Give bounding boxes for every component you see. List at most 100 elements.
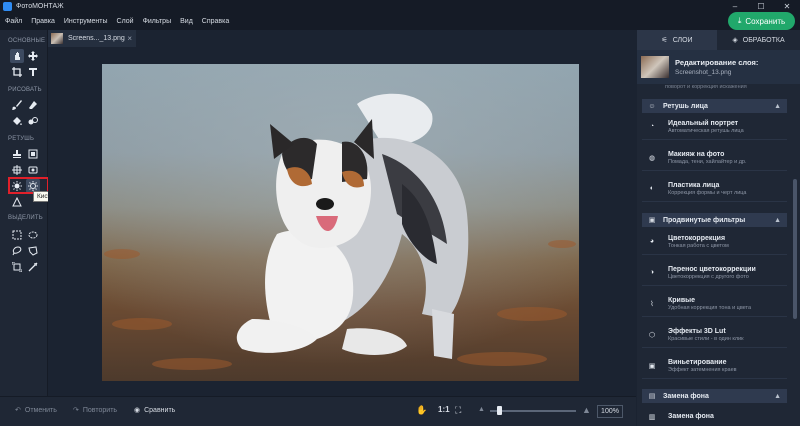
redo-button[interactable]: ↷ Повторить xyxy=(73,406,118,415)
filters-icon: ▣ xyxy=(648,217,656,224)
hand-pan-icon[interactable]: ✋ xyxy=(416,405,427,416)
undo-button[interactable]: ↶ Отменить xyxy=(15,406,57,415)
item-title: Пластика лица xyxy=(668,181,720,189)
item-title: Макияж на фото xyxy=(668,150,725,158)
layer-file-name: Screenshot_13.png xyxy=(675,69,732,76)
item-title: Идеальный портрет xyxy=(668,119,739,127)
layers-icon: ◈ xyxy=(732,37,738,44)
item-title: Цветокоррекция xyxy=(668,234,726,242)
cube-icon: ⬡ xyxy=(648,331,656,339)
menu-layer[interactable]: Слой xyxy=(117,18,134,25)
sharpen-tool-icon[interactable] xyxy=(10,195,24,209)
fill-tool-icon[interactable] xyxy=(10,114,24,128)
vignette-icon: ▣ xyxy=(648,362,656,370)
zoom-slider-handle[interactable] xyxy=(497,406,502,415)
section-face-retouch[interactable]: ☺ Ретушь лица ▲ xyxy=(642,99,787,113)
eraser-tool-icon[interactable] xyxy=(26,98,40,112)
section-draw-title: РИСОВАТЬ xyxy=(8,87,42,93)
hand-tool-icon[interactable] xyxy=(10,49,24,63)
curves-icon: ⌇ xyxy=(650,300,654,308)
list-item[interactable]: ◍ Макияж на фото Помада, тени, хайлайтер… xyxy=(642,145,787,171)
palette-icon: ◕ xyxy=(649,238,655,245)
item-title: Виньетирование xyxy=(668,358,727,366)
tab-layers-label: СЛОИ xyxy=(672,36,693,44)
title-bar: ФотоМОНТАЖ – ☐ ✕ xyxy=(0,0,800,13)
section-title: Замена фона xyxy=(663,392,709,400)
lasso-select-icon[interactable] xyxy=(10,244,24,258)
magic-wand-icon[interactable] xyxy=(26,260,40,274)
red-eye-tool-icon[interactable] xyxy=(26,163,40,177)
stamp-tool-icon[interactable] xyxy=(10,147,24,161)
tab-layers[interactable]: ⚟ СЛОИ xyxy=(637,30,717,50)
section-basic-title: ОСНОВНЫЕ xyxy=(8,38,46,44)
chevron-up-icon: ▲ xyxy=(774,102,781,110)
tab-processing[interactable]: ◈ ОБРАБОТКА xyxy=(717,30,800,50)
photo-canvas[interactable] xyxy=(102,64,579,381)
rect-select-icon[interactable] xyxy=(10,228,24,242)
canvas-area[interactable] xyxy=(48,47,636,396)
polygon-lasso-icon[interactable] xyxy=(26,244,40,258)
section-retouch-title: РЕТУШЬ xyxy=(8,136,35,142)
portrait-icon: ◔ xyxy=(649,123,655,130)
section-title: Ретушь лица xyxy=(663,102,708,110)
zoom-in-icon[interactable]: ▲ xyxy=(582,405,591,415)
menu-filters[interactable]: Фильтры xyxy=(143,18,172,25)
redo-icon: ↷ xyxy=(73,407,79,414)
layer-thumbnail xyxy=(641,56,669,78)
blur-tool-icon[interactable] xyxy=(26,114,40,128)
section-advanced-filters[interactable]: ▣ Продвинутые фильтры ▲ xyxy=(642,213,787,227)
bottom-bar: ↶ Отменить ↷ Повторить ◉ Сравнить ✋ 1:1 … xyxy=(0,396,636,426)
tab-processing-label: ОБРАБОТКА xyxy=(742,36,785,44)
redo-label: Повторить xyxy=(82,406,118,414)
list-item[interactable]: ◐ Пластика лица Коррекция формы и черт л… xyxy=(642,176,787,202)
panel-scrollbar[interactable] xyxy=(793,84,797,426)
item-subtitle: Автоматическая ретушь лица xyxy=(668,127,744,134)
fit-screen-icon[interactable]: ⛶ xyxy=(455,405,461,416)
transform-select-icon[interactable] xyxy=(10,260,24,274)
save-label: Сохранить xyxy=(745,16,786,26)
document-tab[interactable]: Screens..._13.png × xyxy=(48,30,136,47)
compare-button[interactable]: ◉ Сравнить xyxy=(134,406,175,415)
save-button[interactable]: ⤓ Сохранить xyxy=(728,12,795,30)
list-item[interactable]: ◑ Перенос цветокоррекции Цветокоррекция … xyxy=(642,260,787,286)
menu-file[interactable]: Файл xyxy=(5,18,22,25)
menu-help[interactable]: Справка xyxy=(202,18,229,25)
chevron-up-icon: ▲ xyxy=(774,392,781,400)
item-subtitle: Красивые стили - в один клик xyxy=(668,335,744,342)
actual-size-button[interactable]: 1:1 xyxy=(438,405,450,414)
chevron-up-icon: ▲ xyxy=(774,216,781,224)
sliders-icon: ⚟ xyxy=(661,37,668,44)
color-transfer-icon: ◑ xyxy=(649,269,655,276)
window-title: ФотоМОНТАЖ xyxy=(16,3,64,10)
face-shape-icon: ◐ xyxy=(649,185,655,192)
list-item[interactable]: ▥ Замена фона xyxy=(642,404,787,426)
zoom-out-icon[interactable]: ▲ xyxy=(478,406,485,413)
move-tool-icon[interactable] xyxy=(26,49,40,63)
healing-tool-icon[interactable] xyxy=(10,163,24,177)
close-tab-icon[interactable]: × xyxy=(127,34,132,43)
layer-header: Редактирование слоя: Screenshot_13.png xyxy=(637,50,800,84)
list-item[interactable]: ◔ Идеальный портрет Автоматическая ретуш… xyxy=(642,114,787,140)
item-subtitle: Цветокоррекция с другого фото xyxy=(668,273,749,280)
menu-edit[interactable]: Правка xyxy=(31,18,55,25)
face-icon: ☺ xyxy=(648,102,656,110)
background-icon: ▤ xyxy=(648,393,656,400)
list-item[interactable]: ▣ Виньетирование Эффект затемнения краев xyxy=(642,353,787,379)
brush-tool-icon[interactable] xyxy=(10,98,24,112)
text-tool-icon[interactable] xyxy=(26,65,40,79)
item-subtitle: Помада, тени, хайлайтер и др. xyxy=(668,158,747,165)
zoom-slider-track[interactable] xyxy=(490,410,576,412)
eye-icon: ◉ xyxy=(134,407,141,414)
menu-view[interactable]: Вид xyxy=(180,18,193,25)
list-item[interactable]: ⌇ Кривые Удобная коррекция тона и цвета xyxy=(642,291,787,317)
menu-tools[interactable]: Инструменты xyxy=(64,18,108,25)
list-item[interactable]: ◕ Цветокоррекция Тонкая работа с цветом xyxy=(642,229,787,255)
crop-tool-icon[interactable] xyxy=(10,65,24,79)
document-name: Screens..._13.png xyxy=(68,35,125,42)
section-background-replace[interactable]: ▤ Замена фона ▲ xyxy=(642,389,787,403)
scrollbar-thumb[interactable] xyxy=(793,179,797,319)
ellipse-select-icon[interactable] xyxy=(26,228,40,242)
patch-tool-icon[interactable] xyxy=(26,147,40,161)
list-item[interactable]: ⬡ Эффекты 3D Lut Красивые стили - в один… xyxy=(642,322,787,348)
zoom-percent[interactable]: 100% xyxy=(597,405,623,418)
